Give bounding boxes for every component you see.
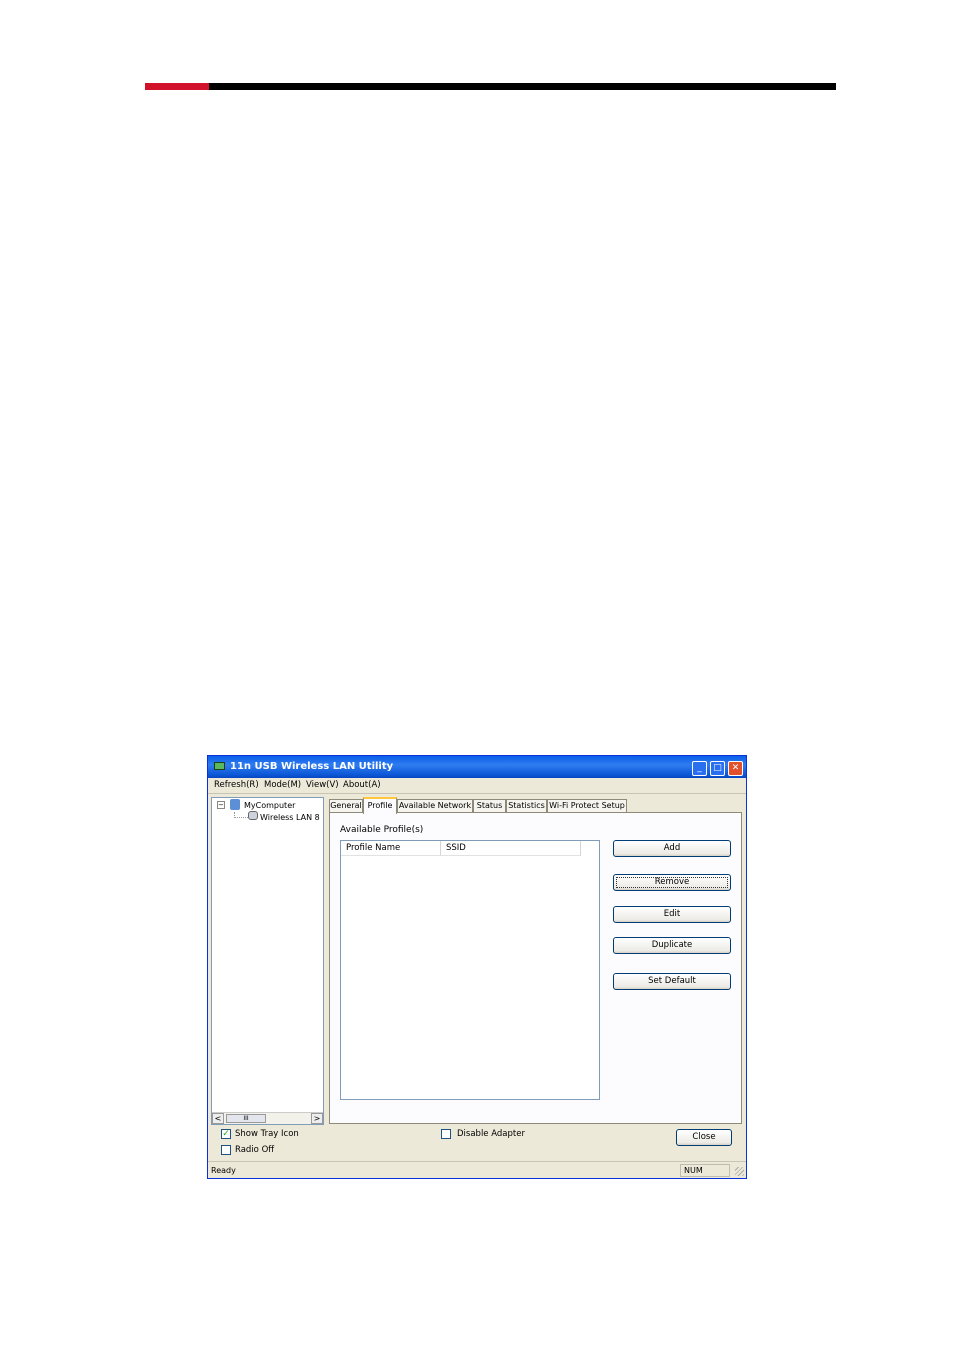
num-lock-indicator: NUM (680, 1164, 730, 1177)
available-profiles-label: Available Profile(s) (340, 825, 424, 835)
header-rule-red (145, 83, 209, 90)
profile-list[interactable]: Profile Name SSID (340, 840, 600, 1100)
menu-about[interactable]: About(A) (343, 780, 381, 790)
maximize-button[interactable]: □ (710, 761, 725, 776)
radio-off-checkbox[interactable] (221, 1145, 231, 1155)
column-header-profile-name[interactable]: Profile Name (341, 841, 441, 856)
show-tray-icon-checkbox[interactable]: ✓ (221, 1129, 231, 1139)
tab-wifi-protect-setup[interactable]: Wi-Fi Protect Setup (547, 799, 627, 813)
radio-off-label: Radio Off (235, 1145, 275, 1155)
menu-mode[interactable]: Mode(M) (264, 780, 301, 790)
header-rule-black (209, 83, 836, 90)
edit-button[interactable]: Edit (613, 906, 731, 923)
window-title: 11n USB Wireless LAN Utility (230, 761, 394, 772)
show-tray-icon-label: Show Tray Icon (235, 1129, 299, 1139)
tree-item-wireless-lan[interactable]: Wireless LAN 80 (260, 813, 320, 822)
computer-icon (230, 799, 240, 810)
resize-grip-icon[interactable] (735, 1167, 744, 1176)
tree-collapse-icon[interactable]: − (217, 801, 225, 809)
column-header-ssid[interactable]: SSID (441, 841, 581, 856)
close-window-button[interactable]: ✕ (728, 761, 743, 776)
tab-status[interactable]: Status (473, 799, 506, 813)
tab-statistics[interactable]: Statistics (506, 799, 547, 813)
scroll-thumb[interactable]: III (226, 1114, 266, 1123)
status-bar: Ready NUM (208, 1161, 746, 1178)
profile-tab-page: Available Profile(s) Profile Name SSID A… (329, 812, 742, 1124)
title-bar[interactable]: 11n USB Wireless LAN Utility _ □ ✕ (208, 756, 746, 778)
duplicate-button[interactable]: Duplicate (613, 937, 731, 954)
tab-available-network[interactable]: Available Network (397, 799, 473, 813)
scroll-left-icon[interactable]: < (212, 1113, 224, 1124)
set-default-button[interactable]: Set Default (613, 973, 731, 990)
scroll-right-icon[interactable]: > (311, 1113, 323, 1124)
menu-refresh[interactable]: Refresh(R) (214, 780, 259, 790)
device-tree: − MyComputer Wireless LAN 80 < III > (211, 797, 324, 1125)
tab-profile[interactable]: Profile (363, 797, 397, 814)
tree-horizontal-scrollbar[interactable]: < III > (212, 1112, 323, 1124)
menu-view[interactable]: View(V) (306, 780, 339, 790)
tab-general[interactable]: General (329, 799, 363, 813)
close-button[interactable]: Close (676, 1129, 732, 1146)
remove-button[interactable]: Remove (613, 874, 731, 891)
tree-item-mycomputer[interactable]: MyComputer (244, 801, 295, 810)
disable-adapter-checkbox[interactable] (441, 1129, 451, 1139)
utility-window: 11n USB Wireless LAN Utility _ □ ✕ Refre… (207, 755, 747, 1179)
app-icon (214, 762, 225, 770)
status-text: Ready (211, 1166, 236, 1175)
network-adapter-icon (248, 811, 258, 820)
menu-bar: Refresh(R) Mode(M) View(V) About(A) (208, 778, 746, 794)
add-button[interactable]: Add (613, 840, 731, 857)
disable-adapter-label: Disable Adapter (457, 1129, 525, 1139)
minimize-button[interactable]: _ (692, 761, 707, 776)
tree-connector (234, 812, 248, 818)
